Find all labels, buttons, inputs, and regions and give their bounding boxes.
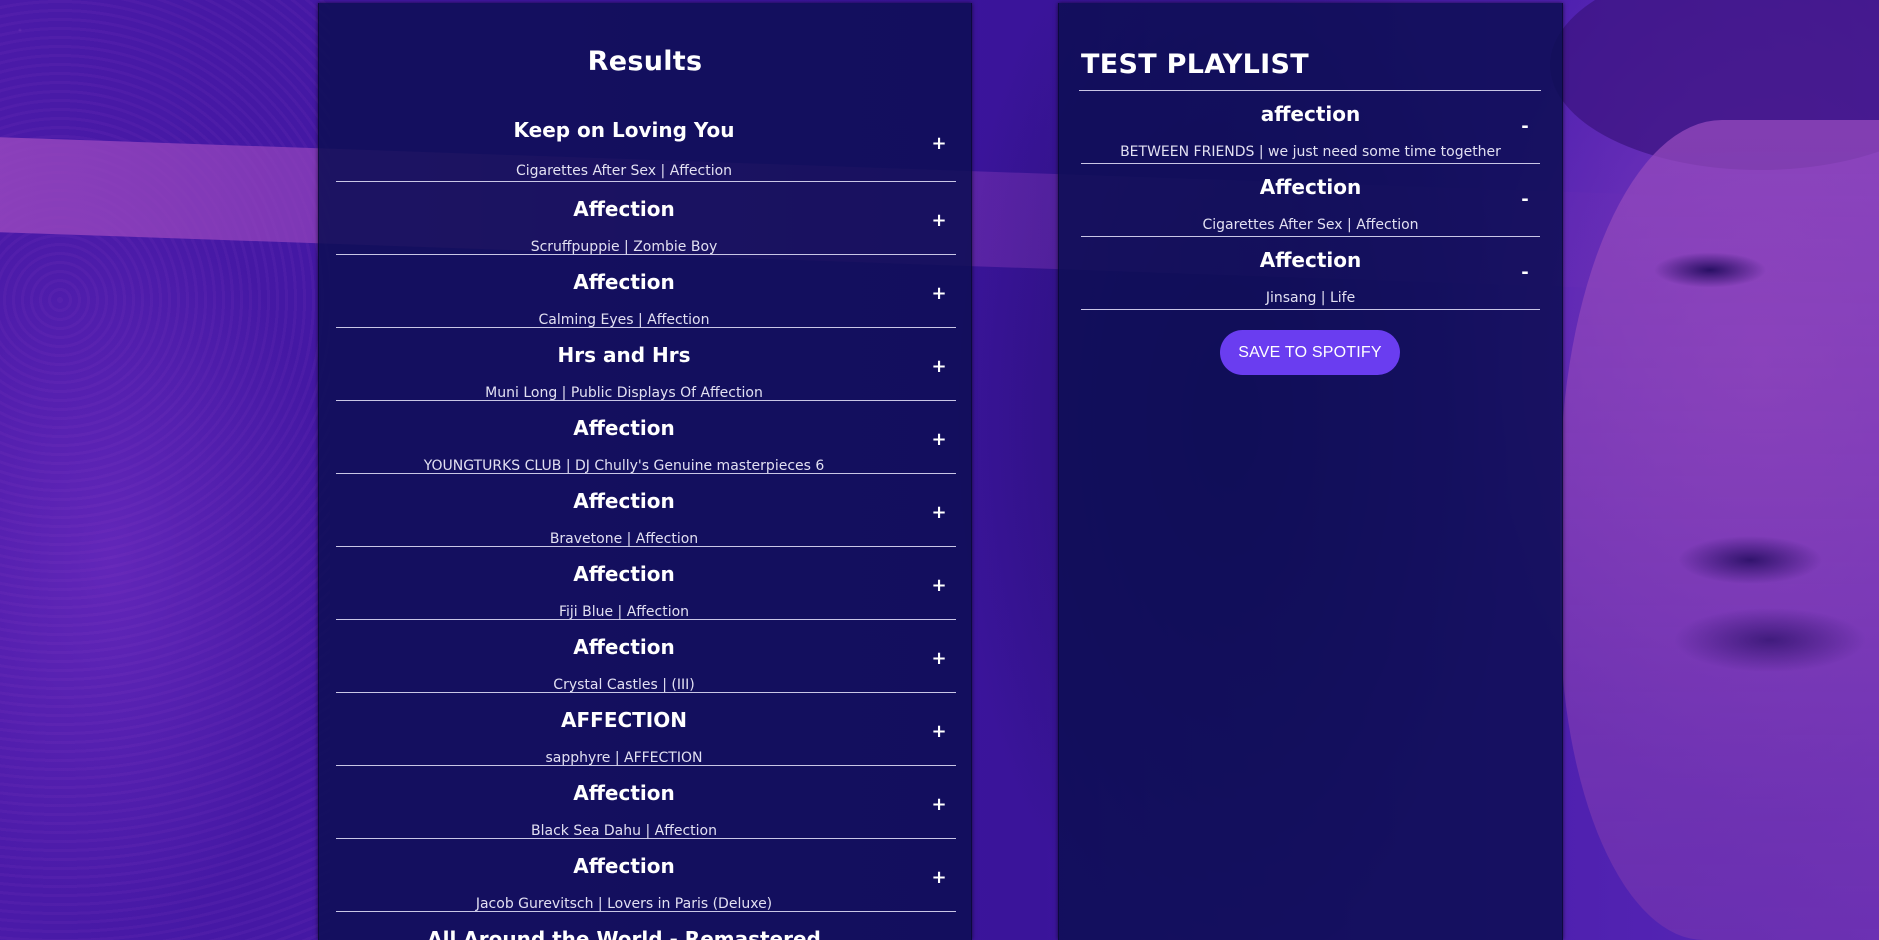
add-track-button[interactable]: + [928,133,950,155]
playlist-name-input[interactable] [1081,48,1521,82]
track-artist-album: Black Sea Dahu | Affection [531,823,717,839]
add-track-button[interactable]: + [928,210,950,232]
add-track-button[interactable]: + [928,648,950,670]
track-row: All Around the World - Remastered [336,912,956,940]
add-track-button[interactable]: + [928,575,950,597]
add-track-button[interactable]: + [928,356,950,378]
add-track-button[interactable]: + [928,502,950,524]
track-artist-album: Jacob Gurevitsch | Lovers in Paris (Delu… [475,896,773,912]
track-artist-album: Fiji Blue | Affection [558,604,690,620]
track-row: Affection Cigarettes After Sex | Affectio… [1081,164,1540,237]
track-name: Affection [573,489,675,513]
track-artist-album: BETWEEN FRIENDS | we just need some time… [1120,144,1501,160]
track-row: Affection Calming Eyes | Affection + [336,255,956,328]
remove-track-button[interactable]: - [1514,189,1536,211]
results-track-list: Keep on Loving You Cigarettes After Sex |… [336,101,956,940]
track-name: Affection [573,635,675,659]
track-name: Keep on Loving You [513,118,735,142]
track-artist-album: Jinsang | Life [1265,290,1356,306]
track-name: Affection [573,416,675,440]
track-artist-album: Crystal Castles | (III) [553,677,695,693]
track-row: Affection Black Sea Dahu | Affection + [336,766,956,839]
save-to-spotify-button[interactable]: SAVE TO SPOTIFY [1220,330,1400,375]
track-artist-album: Bravetone | Affection [549,531,699,547]
track-artist-album: Calming Eyes | Affection [538,312,710,328]
add-track-button[interactable]: + [928,429,950,451]
add-track-button[interactable]: + [928,721,950,743]
track-name: Affection [573,854,675,878]
track-artist-album: Cigarettes After Sex | Affection [515,163,733,179]
track-name: affection [1260,102,1361,126]
track-artist-album: Scruffpuppie | Zombie Boy [530,239,718,255]
track-name: Affection [573,781,675,805]
track-row: AFFECTION sapphyre | AFFECTION + [336,693,956,766]
add-track-button[interactable]: + [928,867,950,889]
add-track-button[interactable]: + [928,283,950,305]
track-row: Keep on Loving You Cigarettes After Sex |… [336,101,956,182]
track-name: Affection [573,270,675,294]
track-name: Affection [573,197,675,221]
playlist-track-list: affection BETWEEN FRIENDS | we just need … [1081,91,1540,310]
track-row: Affection Fiji Blue | Affection + [336,547,956,620]
track-name: AFFECTION [561,708,687,732]
track-row: affection BETWEEN FRIENDS | we just need … [1081,91,1540,164]
track-artist-album: Muni Long | Public Displays Of Affection [485,385,763,401]
track-artist-album: YOUNGTURKS CLUB | DJ Chully's Genuine ma… [423,458,825,474]
track-row: Affection YOUNGTURKS CLUB | DJ Chully's G… [336,401,956,474]
playlist-panel: affection BETWEEN FRIENDS | we just need … [1058,3,1563,940]
track-row: Affection Crystal Castles | (III) + [336,620,956,693]
track-row: Hrs and Hrs Muni Long | Public Displays O… [336,328,956,401]
track-name: All Around the World - Remastered [427,927,821,940]
track-row: Affection Jinsang | Life - [1081,237,1540,310]
track-name: Affection [1259,175,1362,199]
remove-track-button[interactable]: - [1514,262,1536,284]
add-track-button[interactable]: + [928,794,950,816]
track-artist-album: sapphyre | AFFECTION [545,750,703,766]
track-name: Hrs and Hrs [557,343,691,367]
search-results-panel: Results Keep on Loving You Cigarettes Aft… [318,3,972,940]
results-heading: Results [587,46,703,77]
track-name: Affection [573,562,675,586]
track-name: Affection [1259,248,1362,272]
track-artist-album: Cigarettes After Sex | Affection [1202,217,1419,233]
track-row: Affection Scruffpuppie | Zombie Boy + [336,182,956,255]
track-row: Affection Jacob Gurevitsch | Lovers in Pa… [336,839,956,912]
track-row: Affection Bravetone | Affection + [336,474,956,547]
remove-track-button[interactable]: - [1514,116,1536,138]
